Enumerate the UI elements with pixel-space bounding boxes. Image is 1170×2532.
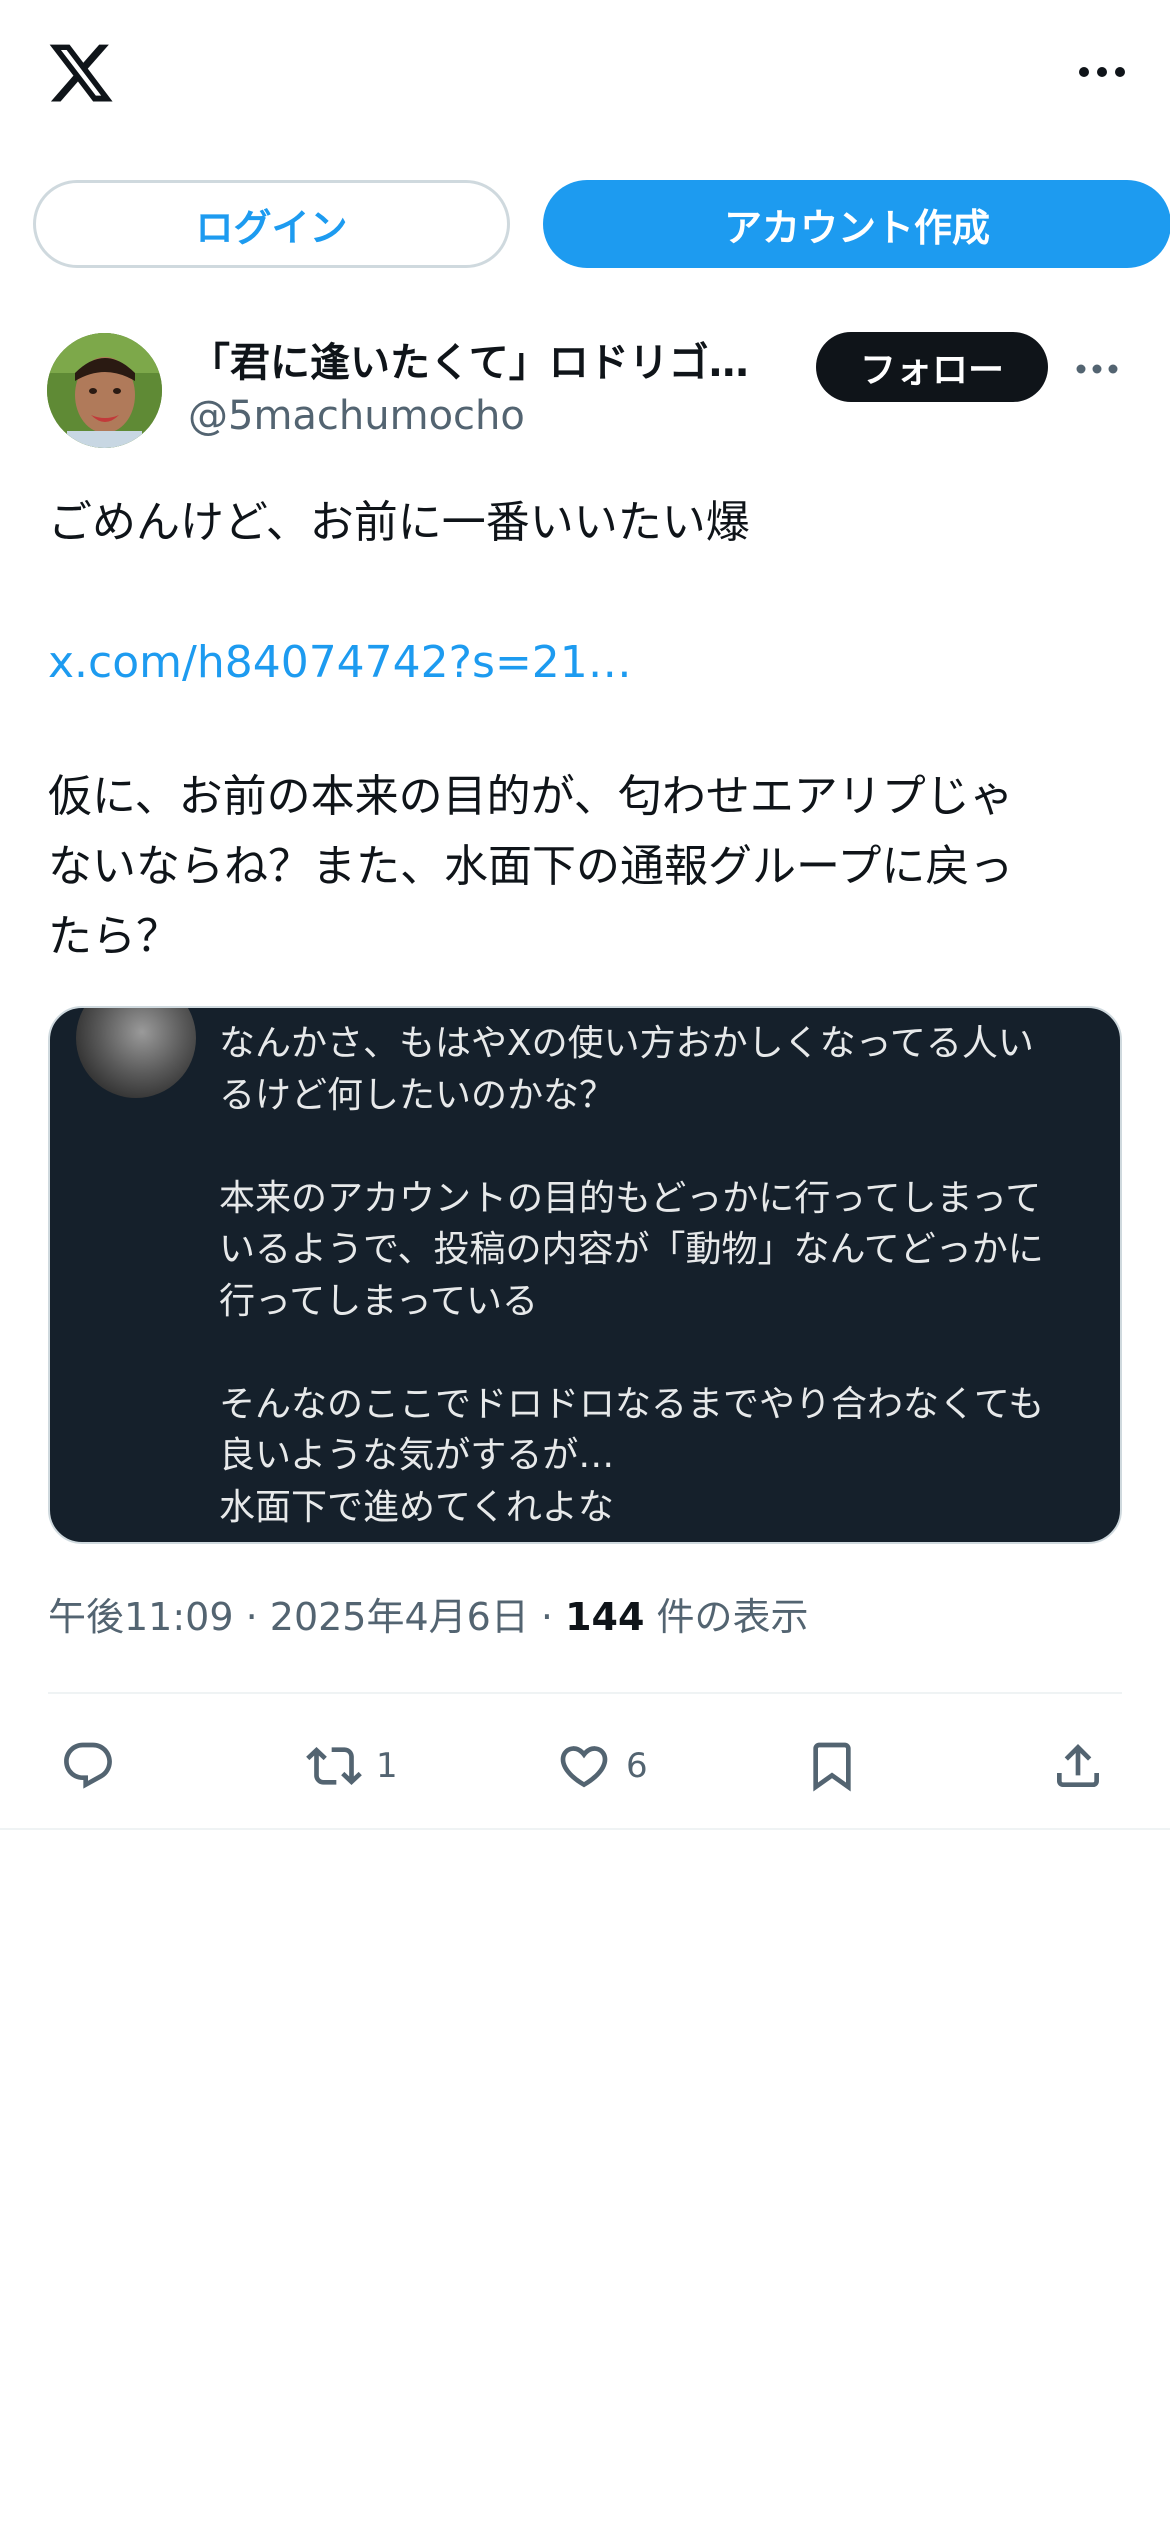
quote-line: なんかさ、もはやXの使い方おかしくなってる人い — [219, 1023, 1034, 1064]
quote-line: 行ってしまっている — [219, 1280, 538, 1322]
divider — [0, 1828, 1170, 1830]
more-horizontal-icon[interactable] — [1074, 52, 1130, 92]
quote-line: いるようで、投稿の内容が「動物」なんてどっかに — [219, 1229, 1044, 1270]
views-label: 件の表示 — [644, 1595, 809, 1639]
avatar[interactable] — [47, 333, 162, 448]
tweet-link[interactable]: x.com/h84074742?s=21… — [48, 628, 632, 698]
views-count: 144 — [565, 1595, 645, 1639]
reply-icon — [64, 1742, 112, 1789]
like-count: 6 — [626, 1746, 648, 1786]
quote-line: 水面下で進めてくれよな — [219, 1486, 614, 1528]
action-bar: 1 6 — [0, 1720, 1170, 1808]
share-icon — [1057, 1744, 1099, 1787]
follow-button[interactable]: フォロー — [816, 332, 1048, 402]
auth-buttons: ログイン アカウント作成 — [33, 178, 1170, 270]
tweet-text-line: ごめんけど、お前に一番いいたい爆 — [48, 497, 750, 548]
create-account-button[interactable]: アカウント作成 — [543, 180, 1170, 268]
quote-line: るけど何したいのかな？ — [219, 1074, 616, 1116]
quoted-post-text: なんかさ、もはやXの使い方おかしくなってる人い るけど何したいのかな？ 本来のア… — [219, 1018, 1099, 1533]
post-time[interactable]: 午後11:09 — [48, 1595, 234, 1639]
quoted-avatar — [76, 1008, 196, 1098]
share-button[interactable] — [1050, 1738, 1106, 1794]
more-horizontal-icon[interactable] — [1074, 355, 1120, 383]
tweet-text-line: たら？ — [48, 911, 180, 962]
bookmark-icon — [813, 1742, 851, 1792]
quoted-post-card[interactable]: なんかさ、もはやXの使い方おかしくなってる人い るけど何したいのかな？ 本来のア… — [48, 1006, 1122, 1544]
post-meta: 午後11:09 · 2025年4月6日 · 144 件の表示 — [48, 1586, 809, 1641]
post-date[interactable]: 2025年4月6日 — [270, 1595, 529, 1639]
bookmark-button[interactable] — [804, 1738, 860, 1794]
display-name[interactable]: 「君に逢いたくて」ロドリゴ… — [190, 330, 790, 388]
meta-separator: · — [528, 1595, 566, 1639]
login-button[interactable]: ログイン — [33, 180, 510, 268]
reply-button[interactable] — [60, 1738, 116, 1794]
quote-line: そんなのここでドロドロなるまでやり合わなくても — [219, 1383, 1045, 1425]
x-logo-icon[interactable] — [46, 38, 116, 108]
top-bar — [0, 0, 1170, 150]
tweet-text-line: 仮に、お前の本来の目的が、匂わせエアリプじゃ — [48, 771, 1014, 822]
quote-line — [219, 1121, 1099, 1173]
quote-line — [219, 1327, 1099, 1379]
repost-button[interactable]: 1 — [306, 1738, 398, 1794]
divider — [48, 1692, 1122, 1694]
repost-count: 1 — [376, 1746, 398, 1786]
user-handle[interactable]: @5machumocho — [188, 393, 525, 439]
meta-separator: · — [233, 1595, 270, 1639]
heart-icon — [560, 1746, 608, 1788]
quote-line: 本来のアカウントの目的もどっかに行ってしまって — [219, 1177, 1042, 1219]
tweet-text-line: ないならね？また、水面下の通報グループに戻っ — [48, 841, 1014, 892]
like-button[interactable]: 6 — [556, 1738, 648, 1794]
repost-icon — [306, 1747, 362, 1785]
quote-line: 良いような気がするが… — [219, 1435, 615, 1476]
tweet-text-paragraph: 仮に、お前の本来の目的が、匂わせエアリプじゃ ないならね？また、水面下の通報グル… — [48, 762, 1128, 972]
